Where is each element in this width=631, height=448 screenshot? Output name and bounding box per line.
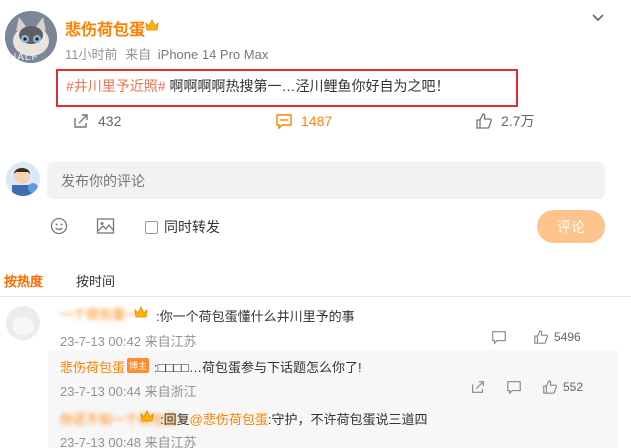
comment-icon[interactable] [491, 329, 507, 345]
image-icon[interactable] [96, 217, 115, 235]
commenter-name[interactable]: 一个荷包蛋一 [60, 304, 138, 323]
author-name[interactable]: 悲伤荷包蛋 [65, 16, 145, 40]
comment-text: :你一个荷包蛋懂什么井川里予的事 [156, 309, 355, 324]
post-device: iPhone 14 Pro Max [157, 47, 269, 62]
share-count: 432 [98, 113, 122, 129]
tab-sort-time[interactable]: 按时间 [76, 271, 115, 290]
divider [0, 296, 631, 297]
repost-checkbox[interactable] [145, 220, 158, 234]
mention-link[interactable]: @悲伤荷包蛋 [190, 412, 268, 427]
thumbs-up-icon [534, 330, 548, 344]
thumbs-up-icon [543, 380, 557, 394]
share-icon[interactable] [470, 379, 486, 395]
tab-sort-hot[interactable]: 按热度 [4, 271, 43, 290]
repost-option[interactable]: 同时转发 [145, 217, 220, 237]
crown-badge-icon [145, 19, 159, 31]
comment-input[interactable] [47, 162, 605, 199]
comment-icon[interactable] [506, 379, 522, 395]
comment-like-button[interactable]: 5496 [533, 329, 581, 345]
comment-count: 1487 [301, 113, 333, 129]
reply-text: :□□□□…荷包蛋参与下话题怎么你了! [154, 360, 362, 375]
like-count: 2.7万 [501, 113, 535, 129]
crown-badge-icon [134, 306, 148, 318]
thumbs-up-icon [476, 113, 492, 129]
reply-prefix: :回复 [160, 412, 190, 427]
comment-button[interactable]: 1487 [275, 111, 332, 131]
post-source-prefix: 来自 [125, 47, 152, 62]
author-badge: 博主 [127, 358, 150, 373]
avatar-caption: HALF [9, 52, 39, 63]
reply-body: :守护，不许荷包蛋说三道四 [267, 412, 428, 427]
commenter-avatar[interactable] [6, 306, 40, 340]
comment-icon [276, 114, 292, 130]
reply-text: :回复@悲伤荷包蛋:守护，不许荷包蛋说三道四 [160, 409, 427, 428]
repost-label: 同时转发 [164, 219, 220, 235]
reply-time: 23-7-13 00:48 来自江苏 [60, 435, 197, 448]
submit-comment-button[interactable]: 评论 [537, 210, 605, 243]
post-time[interactable]: 11小时前 [65, 47, 118, 62]
reply-actions: 552 [470, 379, 583, 395]
reply-like-button[interactable]: 552 [542, 379, 583, 395]
chevron-down-icon[interactable] [590, 11, 606, 25]
reply-time: 23-7-13 00:44 来自浙江 [60, 384, 197, 399]
reply-author[interactable]: 悲伤荷包蛋 [60, 357, 125, 376]
highlight-box [56, 69, 518, 107]
emoji-icon[interactable] [50, 217, 68, 235]
comment-time: 23-7-13 00:42 来自江苏 [60, 334, 197, 349]
my-avatar[interactable] [6, 162, 40, 196]
comment-actions: 5496 [491, 329, 581, 345]
like-button[interactable]: 2.7万 [475, 111, 534, 131]
crown-badge-icon [140, 410, 154, 422]
post-meta: 11小时前 来自 iPhone 14 Pro Max [65, 44, 268, 63]
share-button[interactable]: 432 [72, 111, 121, 131]
reply-like-count: 552 [563, 380, 584, 394]
share-icon [74, 114, 88, 128]
comment-like-count: 5496 [554, 330, 581, 344]
